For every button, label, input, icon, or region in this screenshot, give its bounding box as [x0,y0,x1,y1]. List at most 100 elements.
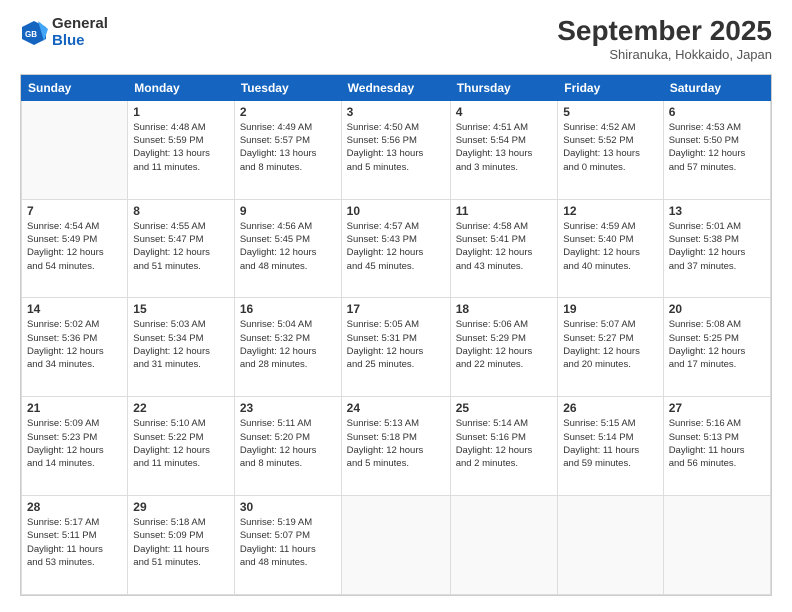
day-number: 5 [563,105,657,119]
day-info: Sunrise: 5:07 AMSunset: 5:27 PMDaylight:… [563,318,657,371]
day-info: Sunrise: 5:18 AMSunset: 5:09 PMDaylight:… [133,516,229,569]
table-row: 21 Sunrise: 5:09 AMSunset: 5:23 PMDayligh… [22,397,128,496]
table-row: 1 Sunrise: 4:48 AMSunset: 5:59 PMDaylight… [128,100,235,199]
day-number: 21 [27,401,122,415]
day-number: 2 [240,105,336,119]
table-row: 27 Sunrise: 5:16 AMSunset: 5:13 PMDayligh… [663,397,770,496]
calendar-body: 1 Sunrise: 4:48 AMSunset: 5:59 PMDaylight… [22,100,771,594]
table-row [450,496,558,595]
day-info: Sunrise: 5:15 AMSunset: 5:14 PMDaylight:… [563,417,657,470]
header: GB General Blue September 2025 Shiranuka… [20,16,772,62]
day-info: Sunrise: 4:51 AMSunset: 5:54 PMDaylight:… [456,121,553,174]
day-info: Sunrise: 4:48 AMSunset: 5:59 PMDaylight:… [133,121,229,174]
day-number: 12 [563,204,657,218]
day-number: 14 [27,302,122,316]
day-number: 15 [133,302,229,316]
table-row: 30Sunrise: 5:19 AMSunset: 5:07 PMDayligh… [234,496,341,595]
table-row: 16Sunrise: 5:04 AMSunset: 5:32 PMDayligh… [234,298,341,397]
table-row: 26 Sunrise: 5:15 AMSunset: 5:14 PMDayligh… [558,397,663,496]
page: GB General Blue September 2025 Shiranuka… [0,0,792,612]
table-row: 12 Sunrise: 4:59 AMSunset: 5:40 PMDayligh… [558,199,663,298]
day-info: Sunrise: 4:55 AMSunset: 5:47 PMDaylight:… [133,220,229,273]
table-row: 24Sunrise: 5:13 AMSunset: 5:18 PMDayligh… [341,397,450,496]
day-number: 19 [563,302,657,316]
day-info: Sunrise: 4:53 AMSunset: 5:50 PMDaylight:… [669,121,765,174]
day-number: 10 [347,204,445,218]
day-info: Sunrise: 4:52 AMSunset: 5:52 PMDaylight:… [563,121,657,174]
day-info: Sunrise: 4:49 AMSunset: 5:57 PMDaylight:… [240,121,336,174]
day-number: 26 [563,401,657,415]
day-info: Sunrise: 5:17 AMSunset: 5:11 PMDaylight:… [27,516,122,569]
day-info: Sunrise: 4:54 AMSunset: 5:49 PMDaylight:… [27,220,122,273]
day-number: 23 [240,401,336,415]
table-row: 8Sunrise: 4:55 AMSunset: 5:47 PMDaylight… [128,199,235,298]
location: Shiranuka, Hokkaido, Japan [557,47,772,62]
table-row: 6 Sunrise: 4:53 AMSunset: 5:50 PMDaylight… [663,100,770,199]
day-number: 20 [669,302,765,316]
logo-general: General [52,16,108,33]
day-number: 24 [347,401,445,415]
weekday-thursday: Thursday [450,75,558,100]
day-info: Sunrise: 5:09 AMSunset: 5:23 PMDaylight:… [27,417,122,470]
day-info: Sunrise: 5:03 AMSunset: 5:34 PMDaylight:… [133,318,229,371]
table-row: 19 Sunrise: 5:07 AMSunset: 5:27 PMDayligh… [558,298,663,397]
day-info: Sunrise: 4:50 AMSunset: 5:56 PMDaylight:… [347,121,445,174]
day-info: Sunrise: 5:11 AMSunset: 5:20 PMDaylight:… [240,417,336,470]
day-info: Sunrise: 5:19 AMSunset: 5:07 PMDaylight:… [240,516,336,569]
table-row: 20 Sunrise: 5:08 AMSunset: 5:25 PMDayligh… [663,298,770,397]
day-number: 17 [347,302,445,316]
calendar-header: Sunday Monday Tuesday Wednesday Thursday… [22,75,771,100]
day-info: Sunrise: 4:59 AMSunset: 5:40 PMDaylight:… [563,220,657,273]
day-number: 1 [133,105,229,119]
day-info: Sunrise: 4:57 AMSunset: 5:43 PMDaylight:… [347,220,445,273]
day-number: 11 [456,204,553,218]
weekday-sunday: Sunday [22,75,128,100]
day-info: Sunrise: 5:14 AMSunset: 5:16 PMDaylight:… [456,417,553,470]
table-row: 15 Sunrise: 5:03 AMSunset: 5:34 PMDayligh… [128,298,235,397]
table-row: 3Sunrise: 4:50 AMSunset: 5:56 PMDaylight… [341,100,450,199]
day-number: 18 [456,302,553,316]
table-row: 4 Sunrise: 4:51 AMSunset: 5:54 PMDaylight… [450,100,558,199]
day-info: Sunrise: 5:05 AMSunset: 5:31 PMDaylight:… [347,318,445,371]
day-number: 27 [669,401,765,415]
table-row: 10 Sunrise: 4:57 AMSunset: 5:43 PMDayligh… [341,199,450,298]
weekday-wednesday: Wednesday [341,75,450,100]
table-row: 5 Sunrise: 4:52 AMSunset: 5:52 PMDaylight… [558,100,663,199]
table-row: 9 Sunrise: 4:56 AMSunset: 5:45 PMDaylight… [234,199,341,298]
day-number: 9 [240,204,336,218]
weekday-friday: Friday [558,75,663,100]
day-info: Sunrise: 4:58 AMSunset: 5:41 PMDaylight:… [456,220,553,273]
table-row: 25 Sunrise: 5:14 AMSunset: 5:16 PMDayligh… [450,397,558,496]
day-number: 25 [456,401,553,415]
day-number: 4 [456,105,553,119]
table-row: 29 Sunrise: 5:18 AMSunset: 5:09 PMDayligh… [128,496,235,595]
day-info: Sunrise: 5:02 AMSunset: 5:36 PMDaylight:… [27,318,122,371]
table-row: 11 Sunrise: 4:58 AMSunset: 5:41 PMDayligh… [450,199,558,298]
table-row: 14 Sunrise: 5:02 AMSunset: 5:36 PMDayligh… [22,298,128,397]
weekday-tuesday: Tuesday [234,75,341,100]
day-info: Sunrise: 5:06 AMSunset: 5:29 PMDaylight:… [456,318,553,371]
day-info: Sunrise: 4:56 AMSunset: 5:45 PMDaylight:… [240,220,336,273]
table-row: 13 Sunrise: 5:01 AMSunset: 5:38 PMDayligh… [663,199,770,298]
month-title: September 2025 [557,16,772,47]
day-number: 28 [27,500,122,514]
table-row [341,496,450,595]
table-row: 17 Sunrise: 5:05 AMSunset: 5:31 PMDayligh… [341,298,450,397]
svg-text:GB: GB [25,30,37,39]
day-number: 6 [669,105,765,119]
day-info: Sunrise: 5:08 AMSunset: 5:25 PMDaylight:… [669,318,765,371]
table-row [22,100,128,199]
calendar-table: Sunday Monday Tuesday Wednesday Thursday… [21,75,771,595]
day-number: 29 [133,500,229,514]
day-number: 13 [669,204,765,218]
day-info: Sunrise: 5:16 AMSunset: 5:13 PMDaylight:… [669,417,765,470]
table-row: 22 Sunrise: 5:10 AMSunset: 5:22 PMDayligh… [128,397,235,496]
day-number: 22 [133,401,229,415]
table-row: 23 Sunrise: 5:11 AMSunset: 5:20 PMDayligh… [234,397,341,496]
day-info: Sunrise: 5:04 AMSunset: 5:32 PMDaylight:… [240,318,336,371]
day-info: Sunrise: 5:01 AMSunset: 5:38 PMDaylight:… [669,220,765,273]
weekday-monday: Monday [128,75,235,100]
table-row: 28 Sunrise: 5:17 AMSunset: 5:11 PMDayligh… [22,496,128,595]
title-area: September 2025 Shiranuka, Hokkaido, Japa… [557,16,772,62]
day-info: Sunrise: 5:10 AMSunset: 5:22 PMDaylight:… [133,417,229,470]
